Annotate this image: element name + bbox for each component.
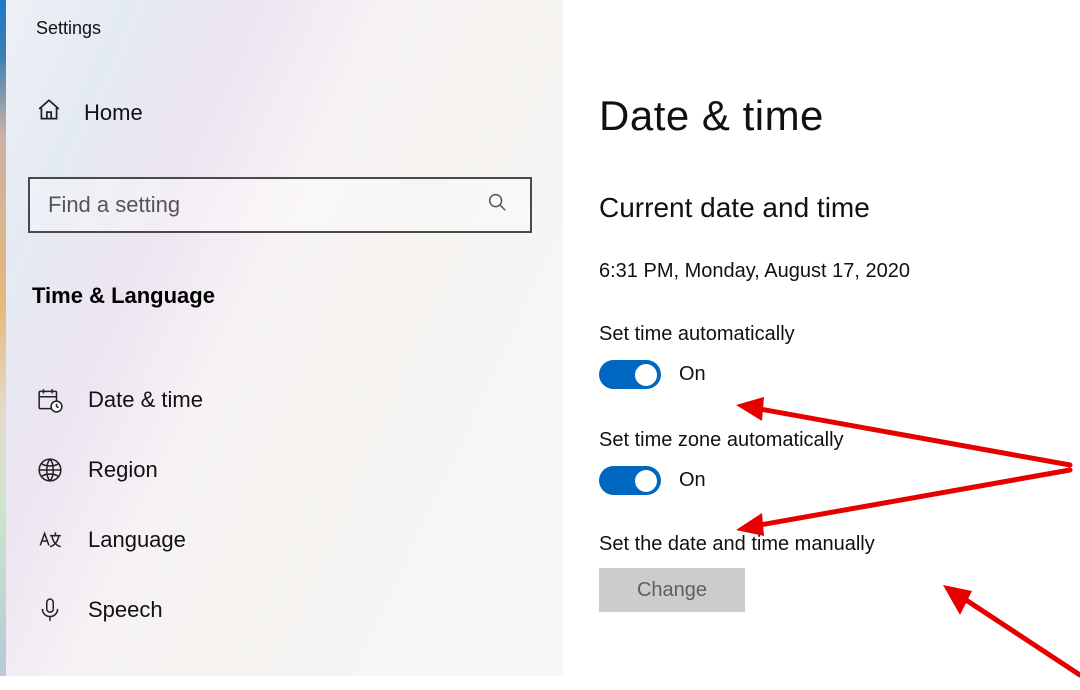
- sidebar-item-label: Language: [88, 527, 186, 553]
- toggle-set-timezone-auto[interactable]: [599, 466, 661, 495]
- sidebar-item-label: Region: [88, 457, 158, 483]
- settings-main: Date & time Current date and time 6:31 P…: [563, 0, 1080, 676]
- toggle-state-text: On: [679, 363, 706, 386]
- sidebar-category-heading: Time & Language: [28, 283, 563, 365]
- toggle-set-time-auto[interactable]: [599, 360, 661, 389]
- sidebar-item-speech[interactable]: Speech: [28, 575, 563, 645]
- home-icon: [36, 97, 62, 129]
- sidebar-home-label: Home: [84, 100, 143, 126]
- sidebar-nav-list: Date & time Region: [28, 365, 563, 645]
- sidebar-item-date-time[interactable]: Date & time: [28, 365, 563, 435]
- microphone-icon: [36, 596, 64, 624]
- toggle-knob: [635, 364, 657, 386]
- setting-set-time-auto: Set time automatically On: [599, 323, 1070, 389]
- setting-label: Set time zone automatically: [599, 429, 1070, 452]
- search-input-container[interactable]: [28, 177, 532, 233]
- sidebar-home[interactable]: Home: [28, 97, 563, 177]
- setting-set-timezone-auto: Set time zone automatically On: [599, 429, 1070, 495]
- sidebar-item-language[interactable]: Language: [28, 505, 563, 575]
- sidebar-item-label: Date & time: [88, 387, 203, 413]
- page-title: Date & time: [599, 92, 1070, 140]
- toggle-state-text: On: [679, 469, 706, 492]
- search-input[interactable]: [48, 192, 448, 218]
- manual-date-time-label: Set the date and time manually: [599, 533, 1070, 556]
- window-title: Settings: [28, 18, 563, 97]
- language-icon: [36, 526, 64, 554]
- globe-icon: [36, 456, 64, 484]
- settings-sidebar: Settings Home Time & Language: [0, 0, 563, 676]
- sidebar-item-label: Speech: [88, 597, 163, 623]
- calendar-clock-icon: [36, 386, 64, 414]
- section-subheading: Current date and time: [599, 192, 1070, 224]
- current-datetime-value: 6:31 PM, Monday, August 17, 2020: [599, 260, 1070, 283]
- toggle-knob: [635, 470, 657, 492]
- window-left-accent: [0, 0, 6, 676]
- search-icon: [486, 191, 508, 219]
- sidebar-item-region[interactable]: Region: [28, 435, 563, 505]
- setting-label: Set time automatically: [599, 323, 1070, 346]
- change-button[interactable]: Change: [599, 568, 745, 612]
